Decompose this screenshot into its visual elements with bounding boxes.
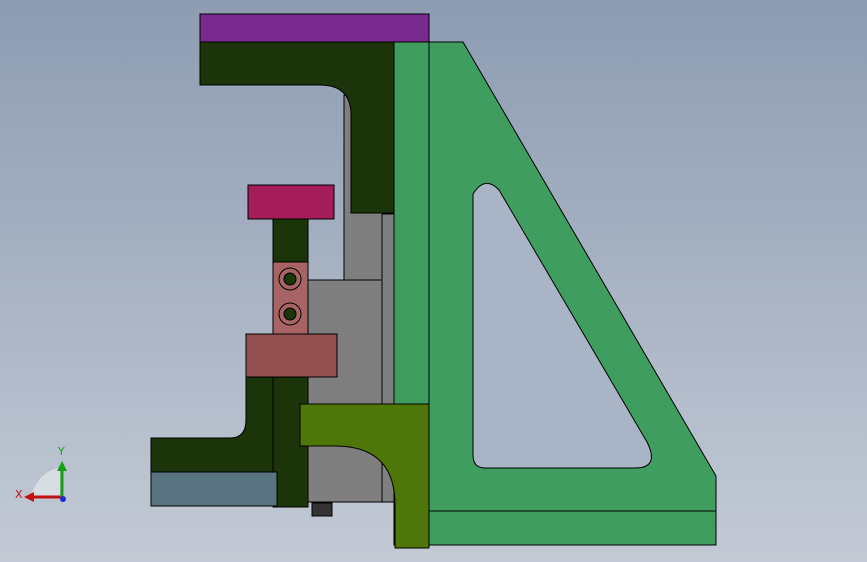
model-view[interactable]: X Y <box>0 0 867 562</box>
pink-block[interactable] <box>245 333 338 378</box>
magenta-cap[interactable] <box>247 184 335 220</box>
graphics-viewport[interactable]: X Y <box>0 0 867 562</box>
gray-block[interactable] <box>305 279 383 503</box>
purple-top-plate[interactable] <box>199 13 430 43</box>
coordinate-triad: X Y <box>15 445 67 502</box>
screw-hole-top <box>283 272 297 286</box>
screw-hole-bottom <box>283 307 297 321</box>
bottom-bolt[interactable] <box>311 502 333 517</box>
slate-base-plate[interactable] <box>150 471 278 507</box>
green-gusset[interactable] <box>428 41 717 546</box>
triad-x-arrow <box>24 492 34 502</box>
dark-green-foot[interactable] <box>150 375 274 473</box>
triad-x-label: X <box>15 488 23 501</box>
triad-y-arrow <box>57 461 67 471</box>
triad-y-label: Y <box>57 445 65 458</box>
triad-z-origin <box>60 496 66 502</box>
triad-plane <box>30 468 60 497</box>
